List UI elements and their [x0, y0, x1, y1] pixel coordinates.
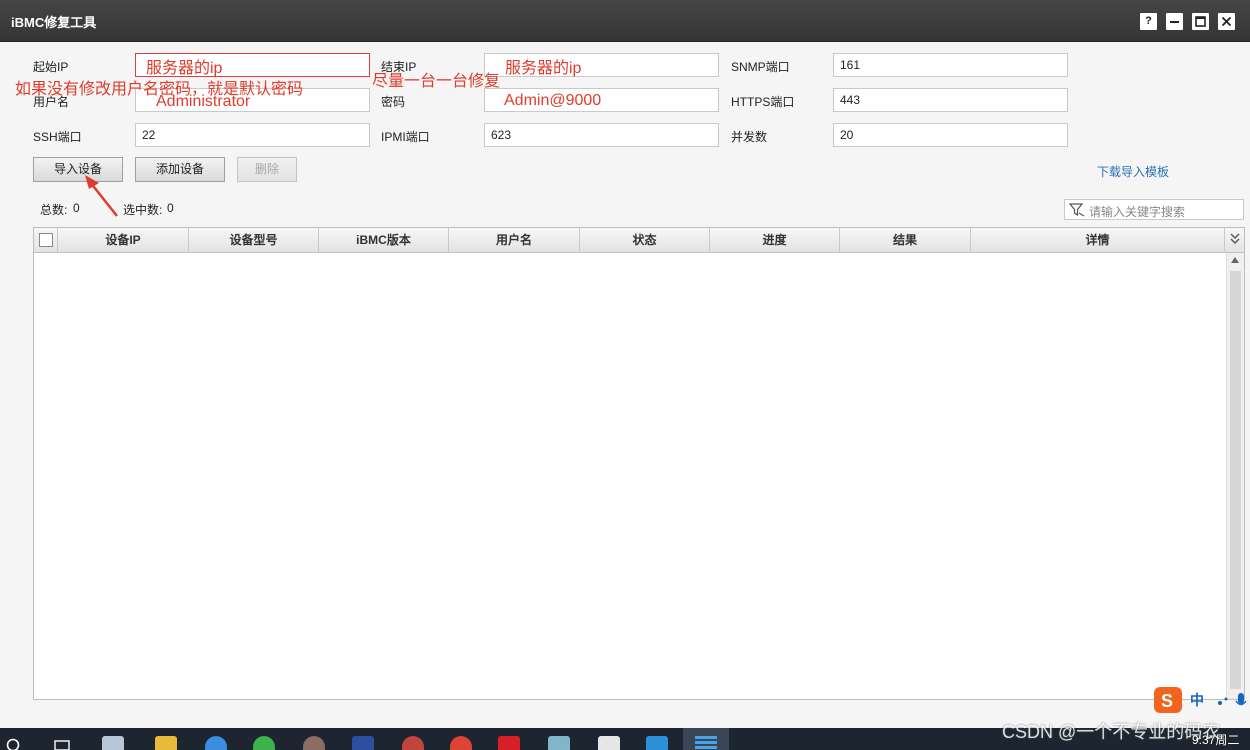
https-port-label: HTTPS端口 — [731, 95, 795, 109]
one-by-one-annotation: 尽量一台一台修复 — [372, 73, 501, 90]
search-placeholder: 请输入关键字搜索 — [1089, 205, 1186, 219]
ipmi-port-label: IPMI端口 — [381, 130, 430, 144]
double-chevron-down-icon — [1230, 233, 1239, 244]
ibmc-tool-icon — [695, 736, 717, 749]
column-result[interactable]: 结果 — [840, 228, 971, 253]
concurrency-input[interactable]: 20 — [833, 123, 1068, 147]
end-ip-annotation: 服务器的ip — [505, 60, 582, 77]
password-label: 密码 — [381, 95, 406, 109]
total-count-value: 0 — [73, 201, 80, 215]
title-bar: iBMC修复工具 ? — [0, 0, 1250, 42]
download-template-link[interactable]: 下载导入模板 — [1097, 163, 1169, 180]
username-annotation: Administrator — [156, 93, 251, 110]
clock-weekday: 周二 — [1215, 733, 1240, 747]
clock-time: 9:37 — [1192, 733, 1216, 747]
task-view-icon[interactable] — [52, 738, 72, 750]
svg-text:S: S — [1161, 691, 1173, 711]
https-port-input[interactable]: 443 — [833, 88, 1068, 112]
taskbar-app-icon-6[interactable] — [498, 736, 520, 750]
select-all-checkbox[interactable] — [39, 233, 53, 247]
minimize-button[interactable] — [1166, 13, 1183, 30]
total-count-label: 总数: — [40, 203, 68, 217]
column-username[interactable]: 用户名 — [449, 228, 580, 253]
selected-count-label: 选中数: — [123, 203, 163, 217]
minimize-icon — [1170, 21, 1179, 23]
vertical-scrollbar[interactable] — [1226, 253, 1244, 699]
ime-lang-text: 中 — [1190, 692, 1204, 708]
ipmi-port-input[interactable]: 623 — [484, 123, 719, 147]
ssh-port-input[interactable]: 22 — [135, 123, 370, 147]
active-app-highlight[interactable] — [683, 728, 729, 750]
taskbar-app-icon-4[interactable] — [352, 736, 374, 750]
taskbar-app-icon-1[interactable] — [102, 736, 124, 750]
snmp-port-label: SNMP端口 — [731, 60, 790, 74]
scroll-up-icon[interactable] — [1231, 257, 1239, 263]
search-icon[interactable] — [5, 736, 21, 750]
device-table: 设备IP 设备型号 iBMC版本 用户名 状态 进度 结果 详情 — [33, 227, 1245, 700]
select-all-cell — [34, 228, 58, 253]
concurrency-label: 并发数 — [731, 130, 768, 144]
delete-button[interactable]: 删除 — [237, 157, 297, 182]
window-title: iBMC修复工具 — [11, 15, 97, 30]
start-ip-label: 起始IP — [33, 60, 69, 74]
column-chooser-button[interactable] — [1225, 228, 1244, 253]
ime-toolbar-icon[interactable]: S 中 — [1152, 685, 1250, 715]
close-icon — [1221, 16, 1232, 27]
taskbar-app-icon-7[interactable] — [548, 736, 570, 750]
search-input[interactable]: 请输入关键字搜索 — [1064, 199, 1244, 220]
column-device-model[interactable]: 设备型号 — [189, 228, 319, 253]
column-details[interactable]: 详情 — [971, 228, 1225, 253]
close-button[interactable] — [1218, 13, 1235, 30]
filter-icon — [1069, 203, 1085, 217]
ssh-port-label: SSH端口 — [33, 130, 82, 144]
column-device-ip[interactable]: 设备IP — [58, 228, 189, 253]
arrow-annotation-icon — [85, 175, 118, 217]
maximize-icon — [1195, 16, 1206, 27]
snmp-port-input[interactable]: 161 — [833, 53, 1068, 77]
column-ibmc-version[interactable]: iBMC版本 — [319, 228, 449, 253]
help-button[interactable]: ? — [1140, 13, 1157, 30]
app-window: iBMC修复工具 ? 起始IP 结束IP SNMP端口 161 用户名 密码 H… — [0, 0, 1250, 750]
selected-count-value: 0 — [167, 201, 174, 215]
taskbar-clock[interactable]: 9:37周二 — [1192, 731, 1239, 748]
maximize-button[interactable] — [1192, 13, 1209, 30]
table-header: 设备IP 设备型号 iBMC版本 用户名 状态 进度 结果 详情 — [34, 228, 1244, 253]
password-annotation: Admin@9000 — [504, 92, 602, 109]
watermark-text: CSDN @一个不专业的码农 — [1002, 722, 1221, 742]
typora-icon[interactable] — [598, 736, 620, 750]
column-progress[interactable]: 进度 — [710, 228, 840, 253]
taskbar-app-icon-8[interactable] — [646, 736, 668, 750]
scrollbar-thumb[interactable] — [1230, 271, 1241, 689]
folder-icon[interactable] — [155, 736, 177, 750]
column-status[interactable]: 状态 — [580, 228, 710, 253]
add-device-button[interactable]: 添加设备 — [135, 157, 225, 182]
